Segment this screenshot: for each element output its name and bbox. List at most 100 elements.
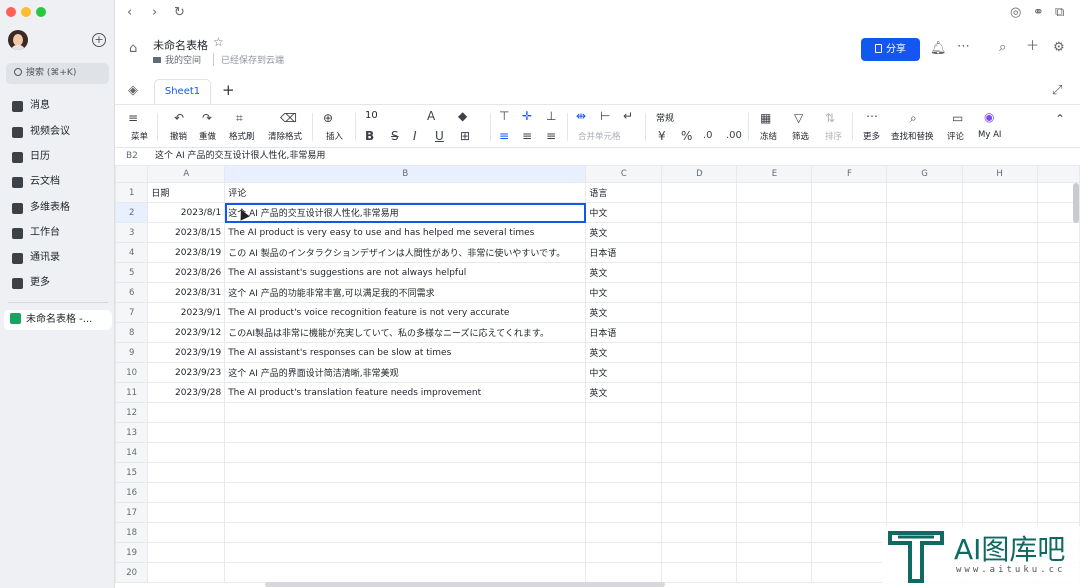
share-button[interactable]: 分享 <box>861 38 920 61</box>
spreadsheet-grid[interactable]: ABCDEFGH 1 日期 评论 语言 2 2023/8/1 这个 AI 产品的交互设计很人… <box>115 165 1080 588</box>
tab-sheet1[interactable]: Sheet1 <box>154 79 211 104</box>
cell[interactable] <box>661 202 738 223</box>
undo-icon[interactable]: ↶ <box>174 112 184 124</box>
compass-icon[interactable]: ◎ <box>1010 6 1021 20</box>
cell[interactable]: 2023/9/19 <box>147 342 226 363</box>
italic-icon[interactable]: I <box>413 130 417 142</box>
cell[interactable] <box>961 322 1038 343</box>
filter-button[interactable]: 筛选 <box>792 130 809 142</box>
add-sheet-icon[interactable]: + <box>222 83 235 98</box>
cell[interactable]: 2023/9/1 <box>147 302 226 323</box>
cell[interactable] <box>1036 482 1080 503</box>
cell[interactable] <box>224 402 587 423</box>
row-header[interactable]: 11 <box>115 382 149 403</box>
cell[interactable] <box>961 402 1038 423</box>
cell[interactable] <box>811 222 888 243</box>
undo-button[interactable]: 撤销 <box>170 130 187 142</box>
cell[interactable]: 日本语 <box>585 322 663 343</box>
cell[interactable] <box>1036 362 1080 383</box>
row-header[interactable]: 7 <box>115 302 149 323</box>
cell[interactable] <box>811 402 888 423</box>
cell[interactable] <box>736 182 813 203</box>
cell[interactable] <box>585 402 663 423</box>
cell[interactable] <box>585 422 663 443</box>
cell[interactable] <box>886 502 963 523</box>
cell[interactable] <box>961 422 1038 443</box>
formula-value[interactable]: 这个 AI 产品的交互设计很人性化,非常易用 <box>155 148 325 165</box>
cell[interactable] <box>736 302 813 323</box>
forward-icon[interactable]: › <box>152 6 157 20</box>
cell[interactable] <box>886 322 963 343</box>
cell[interactable]: 这个 AI 产品的界面设计简洁清晰,非常美观 <box>224 362 587 383</box>
align-right-icon[interactable]: ≡ <box>546 130 556 142</box>
cell[interactable] <box>1036 502 1080 523</box>
freeze-button[interactable]: 冻结 <box>760 130 777 142</box>
cell[interactable] <box>961 502 1038 523</box>
row-header[interactable]: 9 <box>115 342 149 363</box>
merge-cells-button[interactable]: 合并单元格 <box>578 130 621 142</box>
row-header[interactable]: 12 <box>115 402 149 423</box>
cell[interactable]: 中文 <box>585 202 663 223</box>
row-header[interactable]: 5 <box>115 262 149 283</box>
underline-icon[interactable]: U <box>435 130 444 142</box>
sheet-table[interactable]: ABCDEFGH 1 日期 评论 语言 2 2023/8/1 这个 AI 产品的交互设计很人… <box>115 165 1080 583</box>
insert-button[interactable]: 插入 <box>326 130 343 142</box>
cell[interactable]: The AI assistant's suggestions are not a… <box>224 262 587 283</box>
cell[interactable] <box>1036 422 1080 443</box>
sidebar-item-docs[interactable]: 云文档 <box>12 173 60 191</box>
row-header[interactable]: 1 <box>115 182 149 203</box>
cell[interactable]: 2023/8/15 <box>147 222 226 243</box>
my-ai-button[interactable]: My AI <box>978 130 1001 140</box>
sidebar-item-calendar[interactable]: 日历 <box>12 148 50 166</box>
align-top-icon[interactable]: ⊤ <box>499 110 509 122</box>
cell[interactable]: The AI product's translation feature nee… <box>224 382 587 403</box>
cell[interactable] <box>811 362 888 383</box>
cell[interactable] <box>961 282 1038 303</box>
cell[interactable] <box>1036 282 1080 303</box>
cell[interactable] <box>1036 342 1080 363</box>
cell[interactable] <box>661 402 738 423</box>
row-header[interactable]: 6 <box>115 282 149 303</box>
cell[interactable] <box>1036 402 1080 423</box>
cell[interactable] <box>736 382 813 403</box>
align-center-icon[interactable]: ≡ <box>522 130 532 142</box>
sidebar-item-more[interactable]: 更多 <box>12 274 50 292</box>
cell[interactable] <box>811 462 888 483</box>
currency-icon[interactable]: ¥ <box>658 130 666 142</box>
cell[interactable] <box>736 202 813 223</box>
freeze-icon[interactable]: ▦ <box>760 112 771 124</box>
align-bottom-icon[interactable]: ⊥ <box>546 110 556 122</box>
cell[interactable] <box>811 322 888 343</box>
column-header[interactable]: G <box>886 165 963 183</box>
cell[interactable] <box>661 382 738 403</box>
cell[interactable] <box>811 422 888 443</box>
row-header[interactable]: 2 <box>115 202 149 223</box>
row-header[interactable]: 19 <box>115 542 149 563</box>
cell[interactable]: 这个 AI 产品的功能非常丰富,可以满足我的不同需求 <box>224 282 587 303</box>
cell[interactable] <box>961 482 1038 503</box>
cell[interactable] <box>811 282 888 303</box>
cell[interactable] <box>585 462 663 483</box>
cell[interactable] <box>661 502 738 523</box>
cell[interactable] <box>661 362 738 383</box>
cell[interactable] <box>736 222 813 243</box>
cell[interactable] <box>961 382 1038 403</box>
corner-cell[interactable] <box>115 165 149 183</box>
row-header[interactable]: 3 <box>115 222 149 243</box>
cell[interactable] <box>147 482 226 503</box>
my-ai-icon[interactable]: ◉ <box>984 111 994 123</box>
filter-icon[interactable]: ▽ <box>794 112 803 124</box>
cell[interactable] <box>886 202 963 223</box>
row-header[interactable]: 18 <box>115 522 149 543</box>
cell[interactable] <box>661 442 738 463</box>
row-header[interactable]: 20 <box>115 562 149 583</box>
cell[interactable] <box>1036 302 1080 323</box>
sidebar-current-doc[interactable]: 未命名表格 -... <box>4 310 112 330</box>
cell[interactable]: 英文 <box>585 342 663 363</box>
row-header[interactable]: 4 <box>115 242 149 263</box>
cell[interactable] <box>224 542 587 563</box>
cell[interactable] <box>886 242 963 263</box>
sort-icon[interactable]: ⇅ <box>825 112 835 124</box>
bell-icon[interactable]: 🔔︎ <box>930 42 947 56</box>
column-header[interactable]: A <box>147 165 226 183</box>
